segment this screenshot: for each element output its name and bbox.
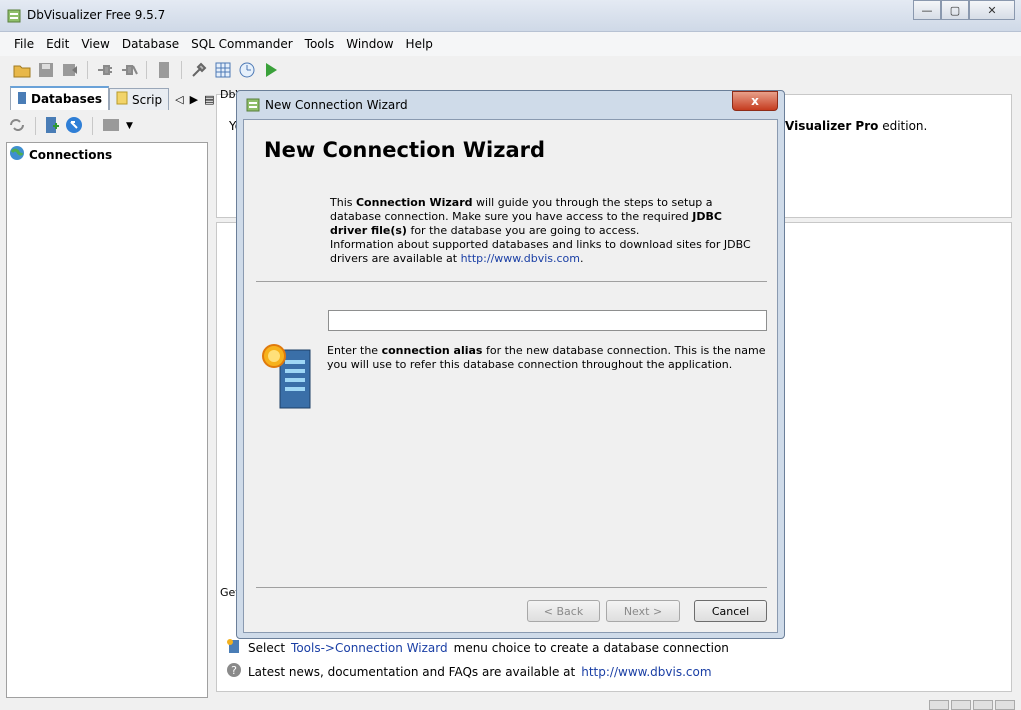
pro-edition-bold: Visualizer Pro <box>785 119 879 133</box>
add-connection-icon[interactable] <box>45 116 59 137</box>
window-title: DbVisualizer Free 9.5.7 <box>27 8 166 22</box>
toolbar-separator <box>146 61 147 79</box>
open-folder-icon[interactable] <box>12 60 32 80</box>
intro-text: . <box>580 252 584 265</box>
tab-scroll-left-icon[interactable]: ◁ <box>175 93 183 106</box>
database-tab-icon <box>17 91 27 108</box>
menu-edit[interactable]: Edit <box>40 37 75 51</box>
tip2-link[interactable]: http://www.dbvis.com <box>581 665 711 679</box>
tab-scripts-label: Scrip <box>132 92 163 107</box>
left-tabs: Databases Scrip ◁ ▶ ▤ <box>10 86 214 110</box>
back-button[interactable]: < Back <box>527 600 600 622</box>
new-connection-wizard-dialog: New Connection Wizard x New Connection W… <box>236 90 785 639</box>
intro-bold-wizard: Connection Wizard <box>355 196 473 209</box>
tip-connection-wizard: Select Tools->Connection Wizard menu cho… <box>226 638 729 657</box>
comment-icon[interactable] <box>102 117 120 136</box>
left-toolbar: ▼ <box>6 114 210 138</box>
run-icon[interactable] <box>261 60 281 80</box>
toolbar-separator <box>181 61 182 79</box>
tab-scripts[interactable]: Scrip <box>109 88 170 110</box>
menubar: File Edit View Database SQL Commander To… <box>0 32 1021 56</box>
close-window-button[interactable]: ✕ <box>969 0 1015 20</box>
tab-databases[interactable]: Databases <box>10 86 110 110</box>
menu-database[interactable]: Database <box>116 37 185 51</box>
tab-list-icon[interactable]: ▤ <box>204 93 214 106</box>
status-box <box>929 700 949 710</box>
maximize-button[interactable]: ▢ <box>941 0 969 20</box>
help-icon: ? <box>226 662 242 681</box>
grid-icon[interactable] <box>213 60 233 80</box>
dialog-title: New Connection Wizard <box>265 98 408 112</box>
tip-news: ? Latest news, documentation and FAQs ar… <box>226 662 712 681</box>
wizard-intro: This Connection Wizard will guide you th… <box>330 196 760 266</box>
menu-tools[interactable]: Tools <box>299 37 341 51</box>
tab-databases-label: Databases <box>31 92 103 106</box>
alias-description: Enter the connection alias for the new d… <box>327 344 767 372</box>
dbvis-link[interactable]: http://www.dbvis.com <box>461 252 580 265</box>
dropdown-arrow-icon[interactable]: ▼ <box>126 121 133 131</box>
menu-view[interactable]: View <box>75 37 115 51</box>
intro-paragraph-2: Information about supported databases an… <box>330 238 760 266</box>
monitor-icon[interactable] <box>237 60 257 80</box>
connections-tree: Connections <box>6 142 208 698</box>
script-tab-icon <box>116 91 128 108</box>
dialog-body: New Connection Wizard This Connection Wi… <box>243 119 778 633</box>
alias-desc-text: Enter the <box>327 344 379 357</box>
dialog-close-button[interactable]: x <box>732 91 778 111</box>
tip1-link[interactable]: Tools->Connection Wizard <box>291 641 448 655</box>
tree-root-label: Connections <box>29 147 113 162</box>
export-icon[interactable] <box>60 60 80 80</box>
toolbar-separator <box>92 117 93 135</box>
welcome-text-right: Visualizer Pro edition. <box>785 119 927 133</box>
menu-file[interactable]: File <box>8 37 40 51</box>
window-controls: — ▢ ✕ <box>913 0 1015 20</box>
app-icon <box>6 8 22 24</box>
tools-icon[interactable] <box>189 60 209 80</box>
driver-icon[interactable] <box>154 60 174 80</box>
main-toolbar <box>0 56 1021 84</box>
tab-scroll-right-icon[interactable]: ▶ <box>190 93 198 106</box>
menu-sql-commander[interactable]: SQL Commander <box>185 37 299 51</box>
menu-window[interactable]: Window <box>340 37 399 51</box>
info-icon[interactable] <box>65 116 83 137</box>
menu-help[interactable]: Help <box>400 37 439 51</box>
intro-paragraph: This Connection Wizard will guide you th… <box>330 196 760 238</box>
toolbar-separator <box>35 117 36 135</box>
status-bar <box>929 700 1015 710</box>
wizard-heading: New Connection Wizard <box>264 138 546 162</box>
tip1-prefix: Select <box>248 640 286 655</box>
tip2-prefix: Latest news, documentation and FAQs are … <box>248 664 576 679</box>
save-icon[interactable] <box>36 60 56 80</box>
cancel-button[interactable]: Cancel <box>694 600 767 622</box>
tab-nav: ◁ ▶ ▤ <box>175 88 214 110</box>
tip1-suffix: menu choice to create a database connect… <box>453 640 729 655</box>
next-button[interactable]: Next > <box>606 600 680 622</box>
minimize-button[interactable]: — <box>913 0 941 20</box>
globe-icon <box>9 145 25 164</box>
status-box <box>995 700 1015 710</box>
connection-alias-input[interactable] <box>328 310 767 331</box>
intro-text: This <box>330 196 353 209</box>
intro-text: for the database you are going to access… <box>410 224 640 237</box>
disconnect-icon[interactable] <box>119 60 139 80</box>
dialog-titlebar: New Connection Wizard x <box>237 91 784 119</box>
status-box <box>951 700 971 710</box>
dialog-separator <box>256 281 767 282</box>
alias-desc-bold: connection alias <box>381 344 483 357</box>
database-small-icon <box>226 638 242 657</box>
refresh-icon[interactable] <box>8 117 26 136</box>
connect-icon[interactable] <box>95 60 115 80</box>
main-titlebar: DbVisualizer Free 9.5.7 — ▢ ✕ <box>0 0 1021 32</box>
edition-text: edition. <box>882 119 928 133</box>
toolbar-separator <box>87 61 88 79</box>
svg-text:?: ? <box>231 664 237 677</box>
dialog-app-icon <box>245 97 261 116</box>
tree-root-connections[interactable]: Connections <box>9 145 112 164</box>
status-box <box>973 700 993 710</box>
database-wizard-icon <box>258 342 314 410</box>
dialog-separator <box>256 587 767 588</box>
